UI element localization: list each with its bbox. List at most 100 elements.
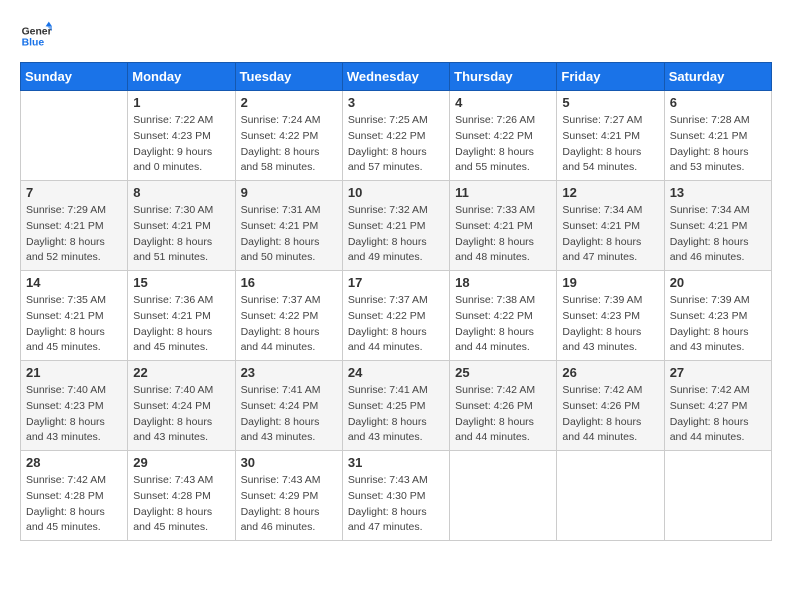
day-info: Sunrise: 7:42 AM Sunset: 4:26 PM Dayligh…	[455, 383, 551, 446]
day-number: 18	[455, 275, 551, 290]
day-number: 12	[562, 185, 658, 200]
day-info: Sunrise: 7:29 AM Sunset: 4:21 PM Dayligh…	[26, 203, 122, 266]
day-number: 25	[455, 365, 551, 380]
day-number: 8	[133, 185, 229, 200]
day-number: 24	[348, 365, 444, 380]
day-number: 29	[133, 455, 229, 470]
day-info: Sunrise: 7:42 AM Sunset: 4:28 PM Dayligh…	[26, 473, 122, 536]
calendar-cell: 16Sunrise: 7:37 AM Sunset: 4:22 PM Dayli…	[235, 271, 342, 361]
day-info: Sunrise: 7:34 AM Sunset: 4:21 PM Dayligh…	[670, 203, 766, 266]
calendar-cell	[557, 451, 664, 541]
calendar-cell: 23 Sunrise: 7:41 AM Sunset: 4:24 PM Dayli…	[235, 361, 342, 451]
day-info: Sunrise: 7:43 AM Sunset: 4:28 PM Dayligh…	[133, 473, 229, 536]
day-info: Sunrise: 7:26 AM Sunset: 4:22 PM Dayligh…	[455, 113, 551, 176]
calendar-week-row: 21Sunrise: 7:40 AM Sunset: 4:23 PM Dayli…	[21, 361, 772, 451]
calendar-cell: 8Sunrise: 7:30 AM Sunset: 4:21 PM Daylig…	[128, 181, 235, 271]
calendar-cell: 18 Sunrise: 7:38 AM Sunset: 4:22 PM Dayli…	[450, 271, 557, 361]
calendar-cell	[450, 451, 557, 541]
day-info: Sunrise: 7:39 AM Sunset: 4:23 PM Dayligh…	[670, 293, 766, 356]
day-info: Sunrise: 7:33 AM Sunset: 4:21 PM Dayligh…	[455, 203, 551, 266]
day-info: Sunrise: 7:38 AM Sunset: 4:22 PM Dayligh…	[455, 293, 551, 356]
weekday-header-wednesday: Wednesday	[342, 63, 449, 91]
calendar-cell	[21, 91, 128, 181]
calendar-cell: 17 Sunrise: 7:37 AM Sunset: 4:22 PM Dayli…	[342, 271, 449, 361]
calendar-week-row: 14 Sunrise: 7:35 AM Sunset: 4:21 PM Dayli…	[21, 271, 772, 361]
day-number: 7	[26, 185, 122, 200]
calendar-cell: 7 Sunrise: 7:29 AM Sunset: 4:21 PM Daylig…	[21, 181, 128, 271]
calendar-cell: 2Sunrise: 7:24 AM Sunset: 4:22 PM Daylig…	[235, 91, 342, 181]
day-number: 23	[241, 365, 337, 380]
day-number: 26	[562, 365, 658, 380]
day-info: Sunrise: 7:34 AM Sunset: 4:21 PM Dayligh…	[562, 203, 658, 266]
day-number: 30	[241, 455, 337, 470]
day-info: Sunrise: 7:39 AM Sunset: 4:23 PM Dayligh…	[562, 293, 658, 356]
day-number: 20	[670, 275, 766, 290]
day-number: 31	[348, 455, 444, 470]
day-number: 14	[26, 275, 122, 290]
calendar-cell: 6Sunrise: 7:28 AM Sunset: 4:21 PM Daylig…	[664, 91, 771, 181]
calendar-cell: 4 Sunrise: 7:26 AM Sunset: 4:22 PM Daylig…	[450, 91, 557, 181]
day-info: Sunrise: 7:25 AM Sunset: 4:22 PM Dayligh…	[348, 113, 444, 176]
weekday-header-thursday: Thursday	[450, 63, 557, 91]
day-number: 11	[455, 185, 551, 200]
day-info: Sunrise: 7:37 AM Sunset: 4:22 PM Dayligh…	[348, 293, 444, 356]
day-number: 22	[133, 365, 229, 380]
calendar-cell: 27 Sunrise: 7:42 AM Sunset: 4:27 PM Dayli…	[664, 361, 771, 451]
svg-text:Blue: Blue	[22, 38, 45, 49]
day-info: Sunrise: 7:41 AM Sunset: 4:25 PM Dayligh…	[348, 383, 444, 446]
weekday-header-friday: Friday	[557, 63, 664, 91]
day-number: 10	[348, 185, 444, 200]
calendar-cell: 26 Sunrise: 7:42 AM Sunset: 4:26 PM Dayli…	[557, 361, 664, 451]
day-info: Sunrise: 7:22 AM Sunset: 4:23 PM Dayligh…	[133, 113, 229, 176]
calendar-table: SundayMondayTuesdayWednesdayThursdayFrid…	[20, 62, 772, 541]
day-info: Sunrise: 7:40 AM Sunset: 4:24 PM Dayligh…	[133, 383, 229, 446]
day-info: Sunrise: 7:41 AM Sunset: 4:24 PM Dayligh…	[241, 383, 337, 446]
weekday-header-tuesday: Tuesday	[235, 63, 342, 91]
day-info: Sunrise: 7:35 AM Sunset: 4:21 PM Dayligh…	[26, 293, 122, 356]
day-number: 4	[455, 95, 551, 110]
day-info: Sunrise: 7:42 AM Sunset: 4:27 PM Dayligh…	[670, 383, 766, 446]
calendar-cell: 22 Sunrise: 7:40 AM Sunset: 4:24 PM Dayli…	[128, 361, 235, 451]
day-info: Sunrise: 7:43 AM Sunset: 4:30 PM Dayligh…	[348, 473, 444, 536]
calendar-cell: 10 Sunrise: 7:32 AM Sunset: 4:21 PM Dayli…	[342, 181, 449, 271]
day-info: Sunrise: 7:37 AM Sunset: 4:22 PM Dayligh…	[241, 293, 337, 356]
calendar-cell: 9Sunrise: 7:31 AM Sunset: 4:21 PM Daylig…	[235, 181, 342, 271]
calendar-cell: 25 Sunrise: 7:42 AM Sunset: 4:26 PM Dayli…	[450, 361, 557, 451]
day-info: Sunrise: 7:43 AM Sunset: 4:29 PM Dayligh…	[241, 473, 337, 536]
calendar-cell: 11 Sunrise: 7:33 AM Sunset: 4:21 PM Dayli…	[450, 181, 557, 271]
day-number: 17	[348, 275, 444, 290]
calendar-cell: 29 Sunrise: 7:43 AM Sunset: 4:28 PM Dayli…	[128, 451, 235, 541]
day-info: Sunrise: 7:40 AM Sunset: 4:23 PM Dayligh…	[26, 383, 122, 446]
page-header: General Blue	[20, 20, 772, 52]
day-number: 15	[133, 275, 229, 290]
weekday-header-sunday: Sunday	[21, 63, 128, 91]
calendar-cell: 13Sunrise: 7:34 AM Sunset: 4:21 PM Dayli…	[664, 181, 771, 271]
day-info: Sunrise: 7:28 AM Sunset: 4:21 PM Dayligh…	[670, 113, 766, 176]
day-number: 19	[562, 275, 658, 290]
calendar-cell: 14 Sunrise: 7:35 AM Sunset: 4:21 PM Dayli…	[21, 271, 128, 361]
day-number: 27	[670, 365, 766, 380]
calendar-cell: 3 Sunrise: 7:25 AM Sunset: 4:22 PM Daylig…	[342, 91, 449, 181]
calendar-cell: 28 Sunrise: 7:42 AM Sunset: 4:28 PM Dayli…	[21, 451, 128, 541]
calendar-cell: 20 Sunrise: 7:39 AM Sunset: 4:23 PM Dayli…	[664, 271, 771, 361]
calendar-cell: 12 Sunrise: 7:34 AM Sunset: 4:21 PM Dayli…	[557, 181, 664, 271]
weekday-header-saturday: Saturday	[664, 63, 771, 91]
day-info: Sunrise: 7:27 AM Sunset: 4:21 PM Dayligh…	[562, 113, 658, 176]
day-number: 3	[348, 95, 444, 110]
logo: General Blue	[20, 20, 52, 52]
weekday-header-monday: Monday	[128, 63, 235, 91]
calendar-cell: 30 Sunrise: 7:43 AM Sunset: 4:29 PM Dayli…	[235, 451, 342, 541]
day-info: Sunrise: 7:42 AM Sunset: 4:26 PM Dayligh…	[562, 383, 658, 446]
calendar-cell: 19 Sunrise: 7:39 AM Sunset: 4:23 PM Dayli…	[557, 271, 664, 361]
calendar-cell: 21Sunrise: 7:40 AM Sunset: 4:23 PM Dayli…	[21, 361, 128, 451]
logo-icon: General Blue	[20, 20, 52, 52]
calendar-cell: 1 Sunrise: 7:22 AM Sunset: 4:23 PM Daylig…	[128, 91, 235, 181]
calendar-header-row: SundayMondayTuesdayWednesdayThursdayFrid…	[21, 63, 772, 91]
day-number: 5	[562, 95, 658, 110]
day-number: 1	[133, 95, 229, 110]
calendar-cell: 15Sunrise: 7:36 AM Sunset: 4:21 PM Dayli…	[128, 271, 235, 361]
calendar-cell	[664, 451, 771, 541]
day-number: 28	[26, 455, 122, 470]
calendar-week-row: 1 Sunrise: 7:22 AM Sunset: 4:23 PM Daylig…	[21, 91, 772, 181]
day-info: Sunrise: 7:32 AM Sunset: 4:21 PM Dayligh…	[348, 203, 444, 266]
